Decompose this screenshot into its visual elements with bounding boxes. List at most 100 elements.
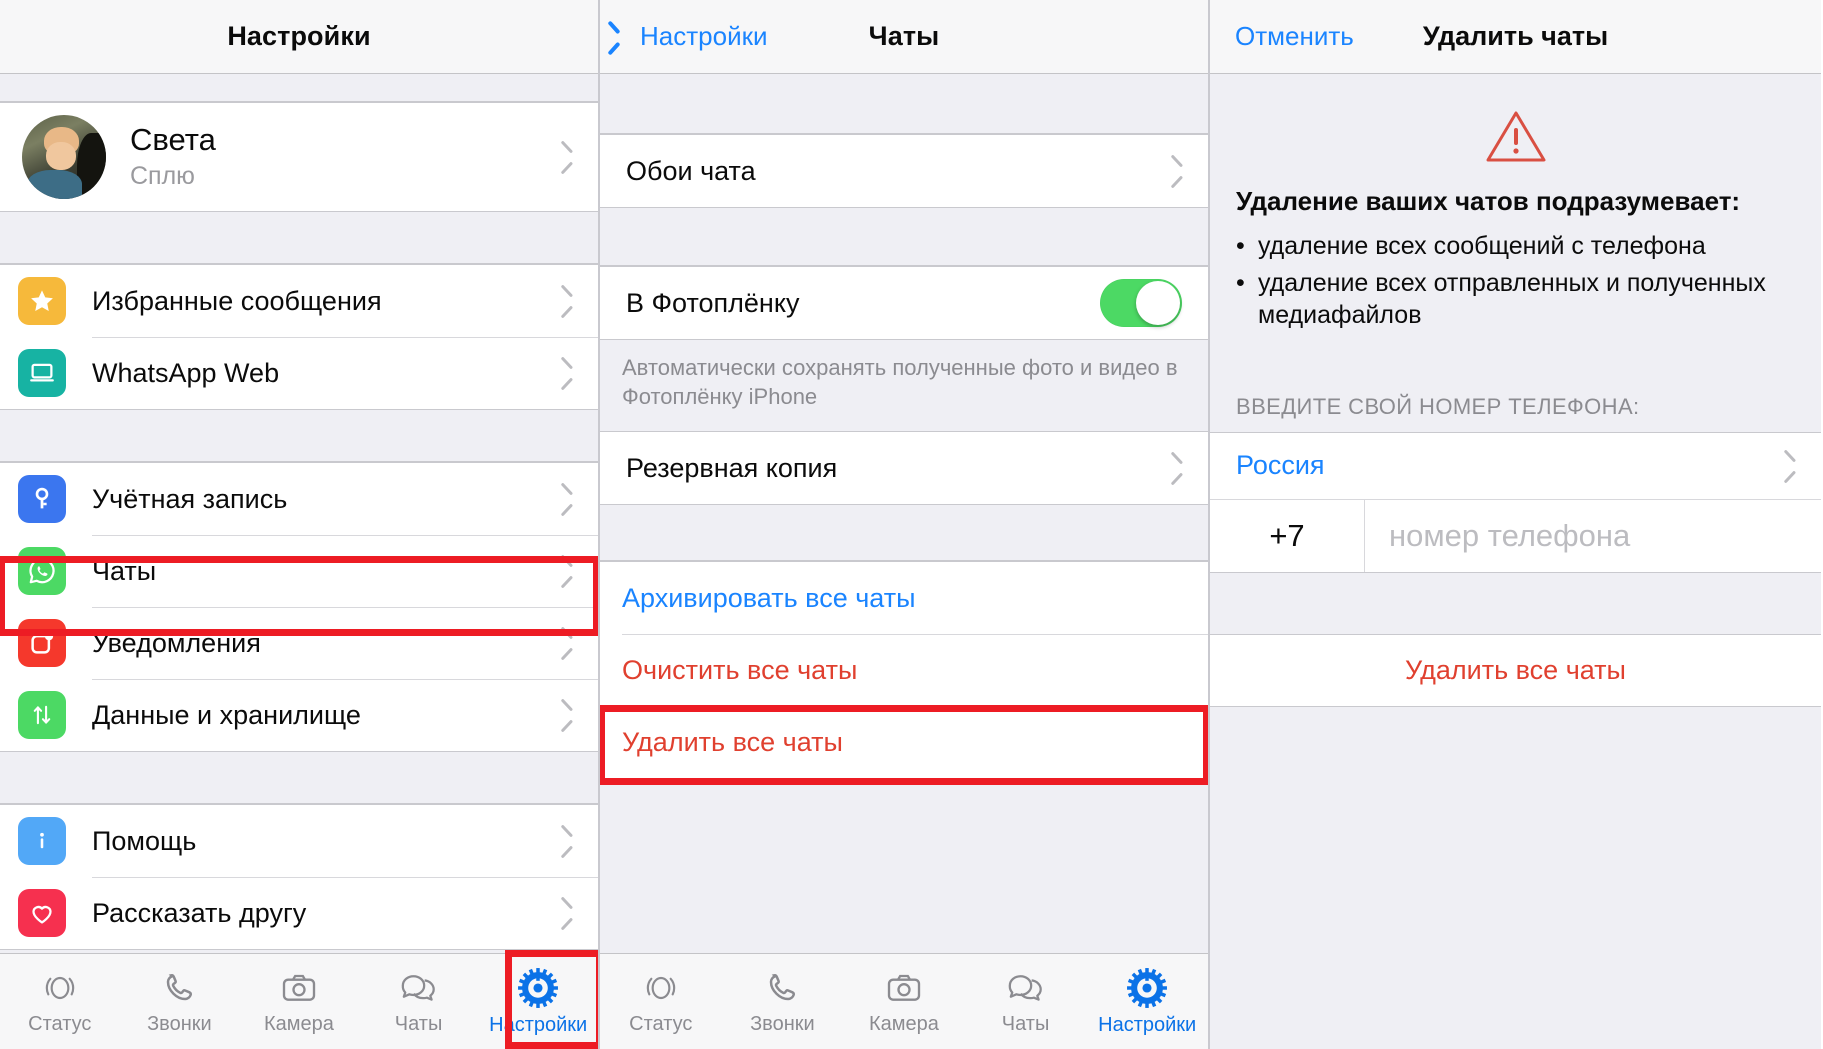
chat-actions-group: Архивировать все чаты Очистить все чаты …: [600, 561, 1208, 780]
chevron-right-icon: [1168, 159, 1182, 183]
section-gap: [0, 212, 598, 264]
tab-settings[interactable]: Настройки: [478, 954, 598, 1049]
backup-row[interactable]: Резервная копия: [600, 432, 1208, 505]
warning-info-block: Удаление ваших чатов подразумевает: • уд…: [1210, 171, 1821, 342]
avatar: [22, 115, 106, 199]
tab-camera[interactable]: Камера: [843, 954, 965, 1049]
chevron-right-icon: [558, 361, 572, 385]
item-label: WhatsApp Web: [92, 357, 280, 388]
save-to-camera-roll-row[interactable]: В Фотоплёнку: [600, 267, 1208, 339]
back-button[interactable]: Настройки: [618, 21, 768, 52]
action-label: Архивировать все чаты: [622, 582, 916, 613]
back-label: Настройки: [640, 21, 768, 51]
sidebar-item-chats[interactable]: Чаты: [0, 535, 598, 607]
key-icon: [18, 475, 66, 523]
list-item: • удаление всех сообщений с телефона: [1236, 230, 1795, 263]
tab-chats[interactable]: Чаты: [965, 954, 1087, 1049]
cancel-button[interactable]: Отменить: [1235, 21, 1354, 52]
profile-status: Сплю: [130, 161, 195, 190]
bullet-text: удаление всех сообщений с телефона: [1258, 232, 1706, 261]
item-label: В Фотоплёнку: [626, 287, 800, 318]
section-gap: [0, 752, 598, 804]
settings-group-1: Избранные сообщения WhatsApp Web: [0, 264, 598, 410]
chevron-right-icon: [1168, 456, 1182, 480]
profile-row[interactable]: Света Сплю: [0, 103, 598, 211]
tab-camera[interactable]: Камера: [239, 954, 359, 1049]
info-icon: [18, 817, 66, 865]
chevron-right-icon: [558, 487, 572, 511]
toggle-knob: [1136, 281, 1180, 325]
clear-all-chats-button[interactable]: Очистить все чаты: [600, 634, 1208, 707]
profile-group: Света Сплю: [0, 102, 598, 212]
section-gap: [600, 505, 1208, 562]
bullet-text: удаление всех отправленных и полученных …: [1258, 268, 1766, 330]
navbar-delete-chats: Отменить Удалить чаты: [1210, 0, 1821, 74]
chevron-right-icon: [558, 145, 572, 169]
tab-status[interactable]: Статус: [600, 954, 722, 1049]
action-label: Удалить все чаты: [622, 726, 843, 757]
tabbar-2: Статус Звонки Камера Чаты Настройки: [600, 953, 1208, 1049]
country-code-field[interactable]: +7: [1210, 499, 1365, 572]
country-selector-row[interactable]: Россия: [1210, 432, 1821, 499]
section-gap: [600, 208, 1208, 266]
list-item: • удаление всех отправленных и полученны…: [1236, 267, 1795, 332]
navbar-settings: Настройки: [0, 0, 598, 74]
settings-group-3: Помощь Рассказать другу: [0, 804, 598, 950]
item-label: Обои чата: [626, 155, 756, 186]
tab-calls[interactable]: Звонки: [120, 954, 240, 1049]
sidebar-item-help[interactable]: Помощь: [0, 805, 598, 877]
sidebar-item-data-storage[interactable]: Данные и хранилище: [0, 679, 598, 751]
backup-group: Резервная копия: [600, 432, 1208, 506]
tab-label: Настройки: [1098, 1013, 1197, 1036]
tab-calls[interactable]: Звонки: [722, 954, 844, 1049]
tab-label: Статус: [629, 1012, 693, 1035]
chevron-right-icon: [558, 901, 572, 925]
chevron-right-icon: [558, 289, 572, 313]
delete-all-chats-button[interactable]: Удалить все чаты: [600, 706, 1208, 779]
bullet-dot-icon: •: [1236, 232, 1245, 261]
camera-roll-note: Автоматически сохранять полученные фото …: [600, 340, 1208, 433]
warning-bullet-list: • удаление всех сообщений с телефона • у…: [1236, 230, 1795, 332]
action-label: Очистить все чаты: [622, 654, 858, 685]
sidebar-item-notifications[interactable]: Уведомления: [0, 607, 598, 679]
country-label: Россия: [1236, 450, 1325, 481]
tab-label: Настройки: [489, 1013, 588, 1036]
item-label: Данные и хранилище: [92, 699, 361, 730]
sidebar-item-tell-a-friend[interactable]: Рассказать другу: [0, 877, 598, 949]
button-label: Удалить все чаты: [1405, 654, 1626, 685]
heart-icon: [18, 889, 66, 937]
delete-chats-content: Удаление ваших чатов подразумевает: • уд…: [1210, 74, 1821, 1049]
tab-chats[interactable]: Чаты: [359, 954, 479, 1049]
chevron-right-icon: [558, 829, 572, 853]
delete-chats-screen: Отменить Удалить чаты Удаление ваших чат…: [1210, 0, 1821, 1049]
item-label: Избранные сообщения: [92, 285, 382, 316]
sidebar-item-starred-messages[interactable]: Избранные сообщения: [0, 265, 598, 337]
item-label: Чаты: [92, 555, 157, 586]
warning-heading: Удаление ваших чатов подразумевает:: [1236, 186, 1741, 216]
tab-settings[interactable]: Настройки: [1086, 954, 1208, 1049]
delete-all-chats-confirm-button[interactable]: Удалить все чаты: [1210, 634, 1821, 707]
sidebar-item-account[interactable]: Учётная запись: [0, 463, 598, 535]
tab-status[interactable]: Статус: [0, 954, 120, 1049]
tab-label: Звонки: [147, 1012, 212, 1035]
tab-label: Чаты: [1001, 1012, 1050, 1035]
phone-section-label: ВВЕДИТЕ СВОЙ НОМЕР ТЕЛЕФОНА:: [1210, 341, 1821, 433]
chevron-right-icon: [558, 559, 572, 583]
chat-wallpaper-row[interactable]: Обои чата: [600, 135, 1208, 207]
phone-number-input[interactable]: номер телефона: [1365, 499, 1821, 572]
page-title: Настройки: [227, 21, 371, 51]
item-label: Учётная запись: [92, 483, 288, 514]
settings-content: Света Сплю Избранные сообщения WhatsApp …: [0, 74, 598, 953]
bullet-dot-icon: •: [1236, 268, 1245, 297]
section-gap: [600, 74, 1208, 134]
chevron-left-icon: [618, 24, 633, 50]
chats-content: Обои чата В Фотоплёнку Автоматически сох…: [600, 74, 1208, 953]
save-to-camera-roll-toggle[interactable]: [1100, 279, 1182, 327]
archive-all-chats-button[interactable]: Архивировать все чаты: [600, 562, 1208, 635]
item-label: Помощь: [92, 825, 197, 856]
sidebar-item-whatsapp-web[interactable]: WhatsApp Web: [0, 337, 598, 409]
phone-entry-row: +7 номер телефона: [1210, 498, 1821, 573]
settings-screen: Настройки Света Сплю Избранные сообщения…: [0, 0, 600, 1049]
whatsapp-icon: [18, 547, 66, 595]
tab-label: Статус: [28, 1012, 92, 1035]
